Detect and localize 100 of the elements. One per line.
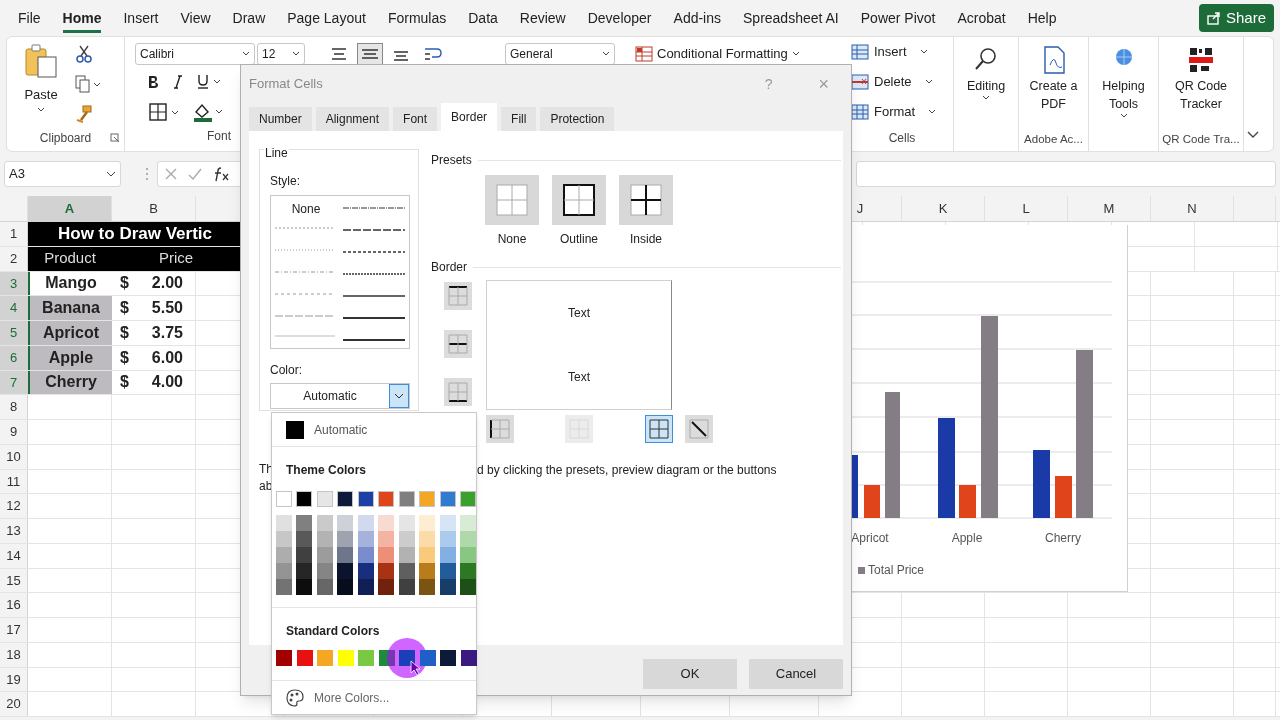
color-swatch[interactable]: [316, 547, 333, 563]
color-swatch[interactable]: [398, 547, 415, 563]
ribbon-tab[interactable]: Page Layout: [287, 7, 366, 29]
color-swatch[interactable]: [276, 531, 292, 547]
ribbon-tab[interactable]: Review: [519, 7, 566, 29]
dialog-button[interactable]: OK: [643, 659, 737, 689]
color-swatch[interactable]: [398, 563, 415, 579]
color-swatch[interactable]: [398, 515, 415, 531]
ribbon-tab[interactable]: Help: [1027, 7, 1057, 29]
color-swatch[interactable]: [316, 531, 333, 547]
color-swatch[interactable]: [296, 531, 313, 547]
color-swatch[interactable]: [419, 491, 436, 507]
color-swatch[interactable]: [337, 531, 354, 547]
ribbon-tab[interactable]: Add-ins: [673, 7, 721, 29]
ribbon-tab[interactable]: Insert: [123, 7, 159, 29]
color-swatch[interactable]: [440, 650, 456, 666]
dialog-tab[interactable]: Protection: [540, 107, 615, 131]
color-swatch[interactable]: [378, 515, 395, 531]
ribbon-tab[interactable]: View: [180, 7, 211, 29]
dialog-tab[interactable]: Alignment: [315, 107, 390, 131]
color-swatch[interactable]: [276, 491, 292, 507]
ribbon-tab[interactable]: Data: [468, 7, 498, 29]
formula-field[interactable]: [856, 161, 1276, 187]
color-swatch[interactable]: [398, 579, 415, 595]
cancel-icon[interactable]: [164, 167, 178, 181]
preset-button[interactable]: [619, 175, 673, 225]
ribbon-button[interactable]: Format: [851, 97, 953, 127]
ribbon-tab[interactable]: Spreadsheet AI: [743, 7, 839, 29]
italic-icon[interactable]: [173, 75, 183, 89]
ribbon-button[interactable]: Insert: [851, 37, 953, 67]
color-swatch[interactable]: [296, 547, 313, 563]
ribbon-button[interactable]: Create a PDF: [1022, 37, 1085, 131]
share-button[interactable]: Share: [1198, 4, 1274, 32]
enter-icon[interactable]: [188, 167, 202, 181]
color-swatch[interactable]: [296, 650, 313, 666]
color-swatch[interactable]: [357, 547, 374, 563]
column-header[interactable]: B: [149, 198, 158, 219]
color-swatch[interactable]: [419, 650, 436, 666]
paste-button[interactable]: Paste: [7, 43, 75, 129]
wrap-text-icon[interactable]: [423, 45, 443, 63]
color-swatch[interactable]: [439, 563, 456, 579]
dialog-tab[interactable]: Font: [393, 107, 438, 131]
color-swatch[interactable]: [378, 491, 395, 507]
color-swatch[interactable]: [419, 531, 436, 547]
color-swatch[interactable]: [460, 515, 477, 531]
dialog-tab[interactable]: Fill: [501, 107, 537, 131]
menu-item[interactable]: Automatic: [272, 413, 476, 447]
dialog-tab[interactable]: Number: [249, 107, 312, 131]
color-swatch[interactable]: [460, 531, 477, 547]
color-swatch[interactable]: [276, 563, 292, 579]
function-icon[interactable]: [212, 166, 230, 182]
color-swatch[interactable]: [460, 491, 477, 507]
ribbon-button[interactable]: Helping Tools: [1092, 37, 1155, 131]
color-swatch[interactable]: [296, 579, 313, 595]
color-swatch[interactable]: [439, 491, 456, 507]
color-swatch[interactable]: [337, 515, 354, 531]
color-swatch[interactable]: [337, 491, 354, 507]
color-swatch[interactable]: [460, 579, 477, 595]
list-item[interactable]: None: [271, 200, 341, 218]
color-swatch[interactable]: [439, 531, 456, 547]
color-swatch[interactable]: [419, 547, 436, 563]
menu-item[interactable]: More Colors...: [272, 681, 476, 715]
ribbon-button[interactable]: Editing: [955, 37, 1017, 131]
launcher-icon[interactable]: [110, 133, 120, 143]
color-swatch[interactable]: [296, 491, 313, 507]
color-swatch[interactable]: [419, 579, 436, 595]
column-header[interactable]: L: [1022, 198, 1030, 219]
align-top-icon[interactable]: [329, 46, 349, 62]
color-swatch[interactable]: [460, 563, 477, 579]
font-size-field[interactable]: 12: [257, 43, 305, 65]
color-swatch[interactable]: [378, 579, 395, 595]
color-swatch[interactable]: [378, 531, 395, 547]
conditional-formatting-button[interactable]: Conditional Formatting: [635, 44, 800, 64]
align-middle-icon[interactable]: [357, 43, 383, 65]
scissors-icon[interactable]: [75, 45, 93, 63]
bold-icon[interactable]: [147, 75, 159, 89]
ribbon-tab[interactable]: Formulas: [387, 7, 447, 29]
border-toggle-button[interactable]: [645, 415, 673, 443]
color-swatch[interactable]: [337, 547, 354, 563]
color-swatch[interactable]: [378, 650, 395, 666]
color-swatch[interactable]: [276, 547, 292, 563]
name-box[interactable]: A3: [4, 161, 121, 187]
color-swatch[interactable]: [398, 531, 415, 547]
column-header[interactable]: J: [856, 198, 864, 219]
collapse-ribbon-icon[interactable]: [1247, 131, 1259, 139]
color-swatch[interactable]: [460, 650, 477, 666]
color-swatch[interactable]: [357, 531, 374, 547]
ribbon-tab[interactable]: File: [18, 7, 41, 29]
dialog-tab[interactable]: Border: [441, 103, 498, 131]
color-swatch[interactable]: [296, 563, 313, 579]
color-swatch[interactable]: [439, 547, 456, 563]
borders-icon[interactable]: [149, 103, 179, 121]
fill-color-icon[interactable]: [193, 102, 223, 122]
color-swatch[interactable]: [276, 515, 292, 531]
color-swatch[interactable]: [378, 547, 395, 563]
ribbon-tab[interactable]: Developer: [587, 7, 652, 29]
line-style-list[interactable]: None: [270, 195, 410, 349]
column-header[interactable]: N: [1187, 198, 1197, 219]
column-header[interactable]: M: [1103, 198, 1115, 219]
color-swatch[interactable]: [419, 563, 436, 579]
